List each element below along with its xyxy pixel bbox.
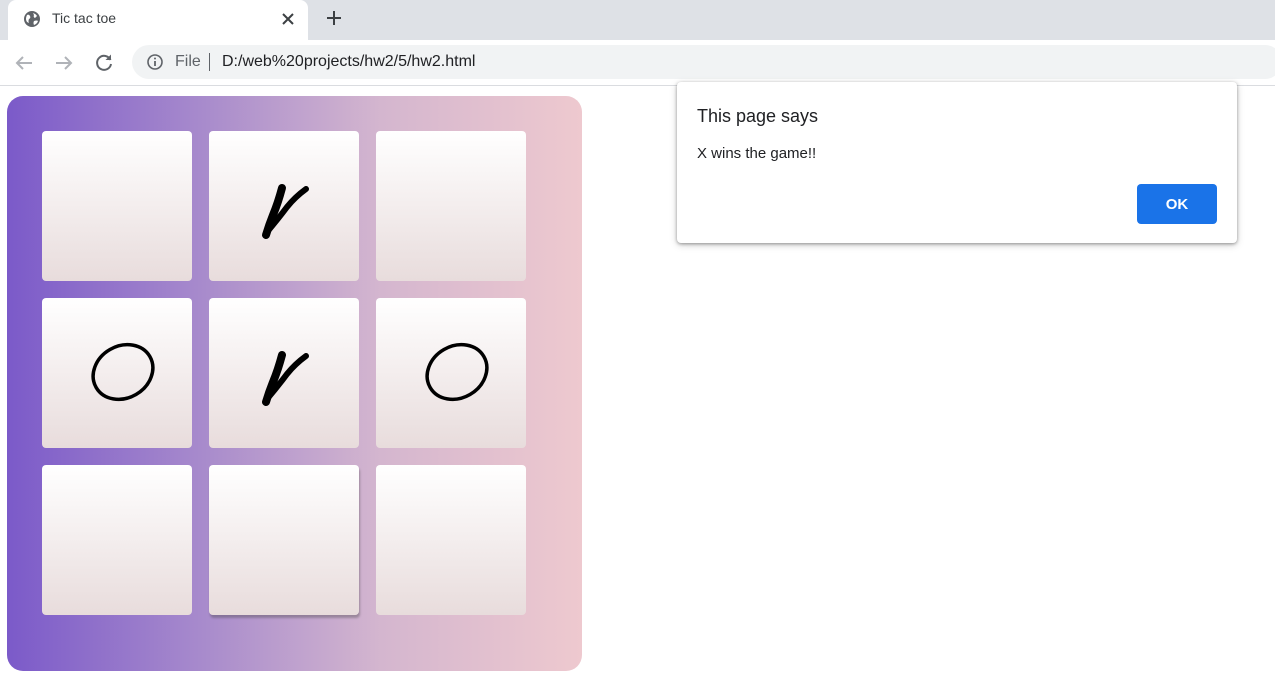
x-mark-icon: [262, 351, 309, 406]
close-icon[interactable]: [278, 9, 298, 29]
address-bar[interactable]: File D:/web%20projects/hw2/5/hw2.html: [132, 45, 1275, 79]
url-text[interactable]: D:/web%20projects/hw2/5/hw2.html: [222, 53, 475, 71]
board-cell-r3c1[interactable]: [42, 465, 192, 615]
plus-icon[interactable]: [322, 6, 346, 30]
browser-toolbar: File D:/web%20projects/hw2/5/hw2.html: [0, 40, 1275, 86]
board-cell-r2c3[interactable]: O: [376, 298, 526, 448]
info-icon[interactable]: [146, 53, 164, 71]
reload-icon[interactable]: [92, 51, 116, 75]
board-cell-r3c2[interactable]: [209, 465, 359, 615]
o-mark-icon: [91, 342, 155, 402]
forward-arrow-icon[interactable]: [52, 51, 76, 75]
board-cell-r1c2[interactable]: X: [209, 131, 359, 281]
board-cell-r2c1[interactable]: O: [42, 298, 192, 448]
browser-tab[interactable]: Tic tac toe: [8, 0, 308, 40]
o-mark-icon: [425, 342, 489, 402]
tab-strip: Tic tac toe: [0, 0, 1275, 40]
tab-title: Tic tac toe: [52, 10, 117, 26]
board-cell-r3c3[interactable]: [376, 465, 526, 615]
board-cell-r1c3[interactable]: [376, 131, 526, 281]
dialog-heading: This page says: [697, 106, 819, 126]
dialog-message: X wins the game!!: [697, 145, 817, 162]
x-mark-icon: [262, 184, 309, 239]
alert-dialog: This page says X wins the game!! OK: [677, 82, 1237, 243]
globe-icon: [24, 11, 40, 27]
back-arrow-icon[interactable]: [12, 51, 36, 75]
omnibox-divider: [209, 53, 210, 71]
board-cell-r1c1[interactable]: [42, 131, 192, 281]
scheme-label: File: [175, 53, 201, 70]
game-board: X O X O: [7, 96, 582, 671]
board-cell-r2c2[interactable]: X: [209, 298, 359, 448]
ok-button[interactable]: OK: [1137, 184, 1217, 224]
